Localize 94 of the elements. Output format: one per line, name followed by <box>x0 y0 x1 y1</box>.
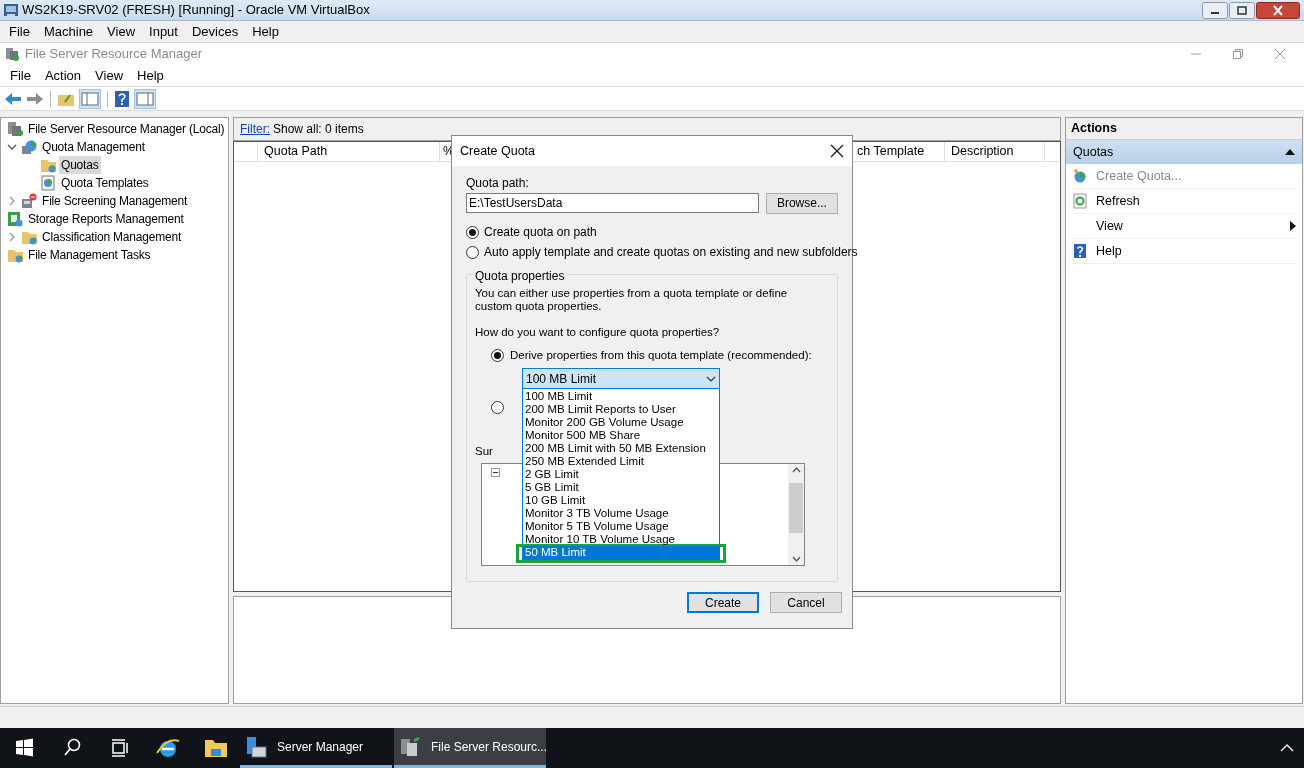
window-title: File Server Resource Manager <box>25 45 203 64</box>
view-menu-entry[interactable]: View <box>1072 214 1296 239</box>
restore-icon[interactable] <box>1232 48 1244 60</box>
menu-item[interactable]: Input <box>142 21 185 42</box>
dropdown-value: 100 MB Limit <box>526 370 598 388</box>
minimize-icon[interactable] <box>1202 1 1228 19</box>
menu-item[interactable]: Action <box>37 65 89 86</box>
dropdown-option[interactable]: Monitor 500 MB Share <box>523 429 719 442</box>
refresh-icon <box>1072 193 1088 209</box>
dropdown-option[interactable]: 2 GB Limit <box>523 468 719 481</box>
summary-label: Sur <box>475 444 494 460</box>
dropdown-option[interactable]: 10 GB Limit <box>523 494 719 507</box>
browse-button[interactable]: Browse... <box>765 192 838 214</box>
column-header[interactable]: Description <box>945 142 1045 161</box>
close-icon[interactable] <box>1256 1 1300 19</box>
chevron-down-icon[interactable] <box>7 142 17 152</box>
description-text: You can either use properties from a quota template or define custom quota properties. <box>475 287 789 313</box>
tree-item[interactable]: Quotas <box>59 156 101 174</box>
restore-icon[interactable] <box>1229 1 1255 19</box>
chevron-right-icon[interactable] <box>7 196 17 206</box>
back-arrow-icon[interactable] <box>4 91 22 106</box>
help-link[interactable]: Help <box>1072 239 1296 264</box>
radio-icon[interactable] <box>491 400 504 414</box>
menu-item[interactable]: File <box>2 21 37 42</box>
forward-arrow-icon[interactable] <box>26 91 44 106</box>
collapse-arrow-icon <box>1285 148 1295 156</box>
dropdown-option[interactable]: 50 MB Limit <box>523 546 719 559</box>
window-title: WS2K19-SRV02 (FRESH) [Running] - Oracle VM VirtualBox <box>22 1 370 20</box>
menu-item[interactable]: View <box>100 21 143 42</box>
pane-header: Actions <box>1066 118 1302 140</box>
chevron-right-icon[interactable] <box>7 232 17 242</box>
dropdown-option[interactable]: 200 MB Limit Reports to User <box>523 403 719 416</box>
radio-label[interactable]: Auto apply template and create quotas on existing and new subfolders <box>484 243 858 261</box>
question-text: How do you want to configure quota properties? <box>475 325 721 340</box>
help-icon <box>1072 243 1088 259</box>
section-title: Quotas <box>1073 143 1115 161</box>
scroll-down-icon <box>791 555 801 562</box>
close-icon[interactable] <box>830 144 844 158</box>
tree-item[interactable]: Quota Templates <box>59 174 151 192</box>
menu-item[interactable]: Machine <box>36 21 101 42</box>
tree-item[interactable]: Quota Management <box>40 138 147 156</box>
dropdown-option[interactable]: Monitor 10 TB Volume Usage <box>523 533 719 546</box>
dropdown-option[interactable]: 250 MB Extended Limit <box>523 455 719 468</box>
taskbar-button[interactable]: File Server Resourc... <box>394 728 546 768</box>
radio-label[interactable]: Create quota on path <box>484 223 597 241</box>
taskbar-button[interactable]: Server Manager <box>240 728 392 768</box>
dropdown-option[interactable]: Monitor 5 TB Volume Usage <box>523 520 719 533</box>
menu-item[interactable]: File <box>3 65 38 86</box>
dialog-title: Create Quota <box>460 142 537 160</box>
server-icon <box>7 121 23 137</box>
field-label: Quota path: <box>466 175 530 192</box>
chevron-down-icon <box>706 375 716 382</box>
dialog-button[interactable]: Create <box>687 592 759 613</box>
help-icon[interactable] <box>114 89 130 108</box>
dropdown-option[interactable]: 100 MB Limit <box>523 390 719 403</box>
filter-status: Show all: 0 items <box>273 121 364 138</box>
refresh-link[interactable]: Refresh <box>1072 189 1296 214</box>
column-header[interactable]: Quota Path <box>258 142 440 161</box>
tree-item[interactable]: Storage Reports Management <box>26 210 186 228</box>
quota-icon <box>1072 168 1088 184</box>
radio-icon[interactable] <box>466 245 479 259</box>
filter-link[interactable]: Filter: <box>240 120 270 138</box>
menu-item[interactable]: View <box>88 65 131 86</box>
radio-label[interactable]: Derive properties from this quota template (recommended): <box>510 346 812 364</box>
tree-item[interactable]: File Server Resource Manager (Local) <box>26 120 227 138</box>
action-section-header[interactable]: Quotas <box>1066 140 1302 164</box>
quota-icon <box>21 139 37 155</box>
dropdown-option[interactable]: Monitor 3 TB Volume Usage <box>523 507 719 520</box>
collapse-box-icon <box>491 467 500 477</box>
template-dropdown[interactable]: 100 MB Limit <box>522 368 720 389</box>
tree-item[interactable]: Classification Management <box>40 228 184 246</box>
dropdown-option[interactable]: Monitor 200 GB Volume Usage <box>523 416 719 429</box>
server-icon <box>4 46 20 62</box>
dropdown-option[interactable]: 5 GB Limit <box>523 481 719 494</box>
chevron-up-icon[interactable] <box>1280 743 1294 753</box>
tree-item[interactable]: File Management Tasks <box>26 246 153 264</box>
tree-item[interactable]: File Screening Management <box>40 192 190 210</box>
menu-item[interactable]: Help <box>130 65 171 86</box>
dropdown-option[interactable]: 200 MB Limit with 50 MB Extension <box>523 442 719 455</box>
folder-icon <box>21 229 37 245</box>
folder-icon <box>7 247 23 263</box>
dialog-button[interactable]: Cancel <box>770 592 842 613</box>
scroll-up-icon <box>791 466 801 473</box>
path-field[interactable]: E:\TestUsersData <box>466 193 759 213</box>
menu-item[interactable]: Devices <box>184 21 246 42</box>
folder-icon <box>40 157 56 173</box>
menu-item[interactable]: Help <box>245 21 286 42</box>
submenu-arrow-icon <box>1290 221 1296 231</box>
screen-icon <box>21 193 37 209</box>
template-icon <box>40 175 56 191</box>
radio-selected-icon[interactable] <box>491 348 504 362</box>
report-icon <box>7 211 23 227</box>
scrollbar[interactable] <box>788 463 804 565</box>
radio-selected-icon[interactable] <box>466 225 479 239</box>
